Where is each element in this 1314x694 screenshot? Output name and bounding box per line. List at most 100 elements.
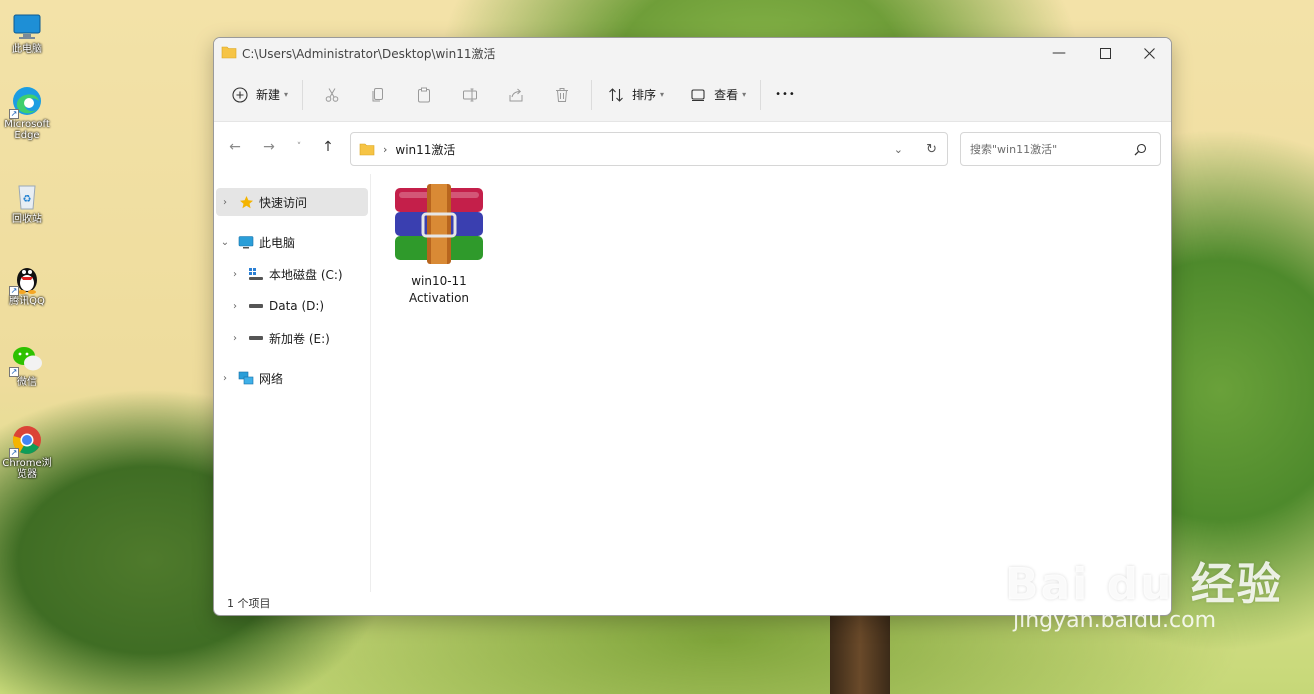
desktop-icon-edge[interactable]: ↗ Microsoft Edge bbox=[2, 85, 52, 141]
desktop-icon-qq[interactable]: ↗ 腾讯QQ bbox=[2, 262, 52, 307]
star-icon bbox=[238, 194, 254, 210]
chevron-right-icon[interactable]: › bbox=[216, 197, 234, 208]
share-icon bbox=[509, 88, 523, 101]
rename-icon bbox=[463, 88, 478, 101]
desktop-icon-label: 此电脑 bbox=[12, 44, 42, 55]
file-list-view[interactable]: win10-11 Activation bbox=[372, 174, 1171, 592]
qq-penguin-icon: ↗ bbox=[9, 262, 43, 296]
sidebar-item-this-pc[interactable]: ⌄ 此电脑 bbox=[216, 228, 368, 256]
search-input[interactable] bbox=[970, 142, 1130, 156]
address-bar[interactable]: › win11激活 ⌄ ↻ bbox=[350, 132, 948, 166]
folder-icon bbox=[359, 143, 375, 156]
drive-icon bbox=[248, 330, 264, 346]
command-bar: 新建 ▾ 排序 ▾ 查看 ▾ ••• bbox=[214, 68, 1171, 122]
chevron-down-icon: ▾ bbox=[284, 90, 289, 99]
up-button[interactable]: ↑ bbox=[317, 136, 339, 158]
watermark-brand: Bai du 经验 bbox=[1005, 559, 1283, 610]
sidebar-item-drive-c[interactable]: › 本地磁盘 (C:) bbox=[216, 260, 368, 288]
recycle-bin-icon: ♻ bbox=[11, 180, 43, 212]
sort-button-label: 排序 bbox=[632, 88, 657, 102]
paste-button[interactable] bbox=[401, 79, 447, 111]
desktop-icon-label: Microsoft Edge bbox=[4, 119, 50, 141]
view-button-label: 查看 bbox=[714, 88, 739, 102]
refresh-icon[interactable]: ↻ bbox=[926, 142, 937, 157]
view-icon bbox=[691, 88, 705, 101]
desktop-icon-chrome[interactable]: ↗ Chrome浏览器 bbox=[2, 424, 52, 480]
file-name-line1: win10-11 bbox=[411, 274, 467, 288]
desktop-icon-label: 回收站 bbox=[12, 214, 42, 225]
cut-button[interactable] bbox=[309, 79, 355, 111]
minimize-icon: — bbox=[1052, 45, 1066, 61]
monitor-icon bbox=[238, 234, 254, 250]
desktop-icon-label: 腾讯QQ bbox=[9, 296, 45, 307]
copy-button[interactable] bbox=[355, 79, 401, 111]
network-icon bbox=[238, 370, 254, 386]
view-button[interactable]: 查看 ▾ bbox=[690, 79, 746, 111]
chevron-down-icon: ▾ bbox=[660, 90, 665, 99]
winrar-archive-icon bbox=[395, 184, 483, 264]
maximize-icon bbox=[1099, 47, 1111, 59]
desktop-icon-wechat[interactable]: ↗ 微信 bbox=[2, 343, 52, 388]
sidebar-item-label: 本地磁盘 (C:) bbox=[269, 267, 343, 282]
desktop-icon-this-pc[interactable]: 此电脑 bbox=[2, 10, 52, 55]
navigation-pane: › 快速访问 ⌄ 此电脑 › 本地磁盘 (C:) › Data (D:) › 新… bbox=[214, 174, 371, 592]
chevron-right-icon[interactable]: › bbox=[226, 269, 244, 280]
sidebar-item-drive-e[interactable]: › 新加卷 (E:) bbox=[216, 324, 368, 352]
windows-drive-icon bbox=[248, 266, 264, 282]
chevron-down-icon: ˅ bbox=[296, 142, 302, 152]
desktop-icon-label: Chrome浏览器 bbox=[2, 458, 52, 480]
edge-icon: ↗ bbox=[9, 85, 43, 119]
chrome-icon: ↗ bbox=[9, 424, 43, 458]
shortcut-arrow-icon: ↗ bbox=[9, 367, 19, 377]
clipboard-icon bbox=[418, 87, 431, 102]
arrow-left-icon: ← bbox=[229, 139, 241, 155]
monitor-icon bbox=[11, 10, 43, 42]
navigation-bar: ← → ˅ ↑ › win11激活 ⌄ ↻ bbox=[214, 122, 1171, 174]
back-button[interactable]: ← bbox=[224, 136, 246, 158]
window-title: C:\Users\Administrator\Desktop\win11激活 bbox=[242, 46, 496, 61]
recent-locations-button[interactable]: ˅ bbox=[288, 136, 310, 158]
copy-icon bbox=[372, 87, 384, 101]
address-history-chevron-icon[interactable]: ⌄ bbox=[894, 143, 903, 156]
folder-icon bbox=[221, 45, 237, 62]
file-name-line2: Activation bbox=[408, 291, 470, 305]
svg-text:♻: ♻ bbox=[23, 194, 32, 205]
search-icon[interactable] bbox=[1134, 143, 1147, 156]
chevron-right-icon[interactable]: › bbox=[216, 373, 234, 384]
close-button[interactable] bbox=[1126, 38, 1171, 68]
new-button-label: 新建 bbox=[256, 88, 281, 102]
chevron-down-icon[interactable]: ⌄ bbox=[216, 237, 234, 248]
minimize-button[interactable]: — bbox=[1036, 38, 1082, 68]
file-item[interactable]: win10-11 Activation bbox=[384, 184, 494, 307]
baidu-watermark: Bai du 经验 jingyan.baidu.com bbox=[1005, 548, 1283, 633]
title-bar[interactable]: C:\Users\Administrator\Desktop\win11激活 — bbox=[214, 38, 1171, 68]
breadcrumb-current[interactable]: win11激活 bbox=[395, 141, 455, 158]
search-box[interactable] bbox=[960, 132, 1161, 166]
toolbar-divider bbox=[591, 79, 593, 110]
trash-icon bbox=[556, 87, 569, 102]
drive-icon bbox=[248, 298, 264, 314]
sidebar-item-drive-d[interactable]: › Data (D:) bbox=[216, 292, 368, 320]
sidebar-item-network[interactable]: › 网络 bbox=[216, 364, 368, 392]
sidebar-item-label: 新加卷 (E:) bbox=[269, 331, 330, 346]
forward-button[interactable]: → bbox=[258, 136, 280, 158]
chevron-right-icon[interactable]: › bbox=[226, 301, 244, 312]
sidebar-item-quick-access[interactable]: › 快速访问 bbox=[216, 188, 368, 216]
chevron-down-icon: ▾ bbox=[742, 90, 747, 99]
maximize-button[interactable] bbox=[1082, 38, 1128, 68]
sort-arrows-icon bbox=[609, 87, 623, 102]
sidebar-item-label: Data (D:) bbox=[269, 299, 325, 313]
desktop-icon-recycle-bin[interactable]: ♻ 回收站 bbox=[2, 180, 52, 225]
sort-button[interactable]: 排序 ▾ bbox=[608, 79, 664, 111]
chevron-right-icon[interactable]: › bbox=[226, 333, 244, 344]
delete-button[interactable] bbox=[539, 79, 585, 111]
share-button[interactable] bbox=[493, 79, 539, 111]
more-options-button[interactable]: ••• bbox=[775, 79, 796, 111]
arrow-up-icon: ↑ bbox=[322, 139, 334, 155]
new-button[interactable]: 新建 ▾ bbox=[232, 79, 288, 111]
item-count: 1 个项目 bbox=[227, 596, 271, 610]
rename-button[interactable] bbox=[447, 79, 493, 111]
toolbar-divider bbox=[760, 79, 762, 110]
breadcrumb-chevron-icon: › bbox=[383, 142, 388, 156]
desktop-icon-label: 微信 bbox=[17, 377, 37, 388]
